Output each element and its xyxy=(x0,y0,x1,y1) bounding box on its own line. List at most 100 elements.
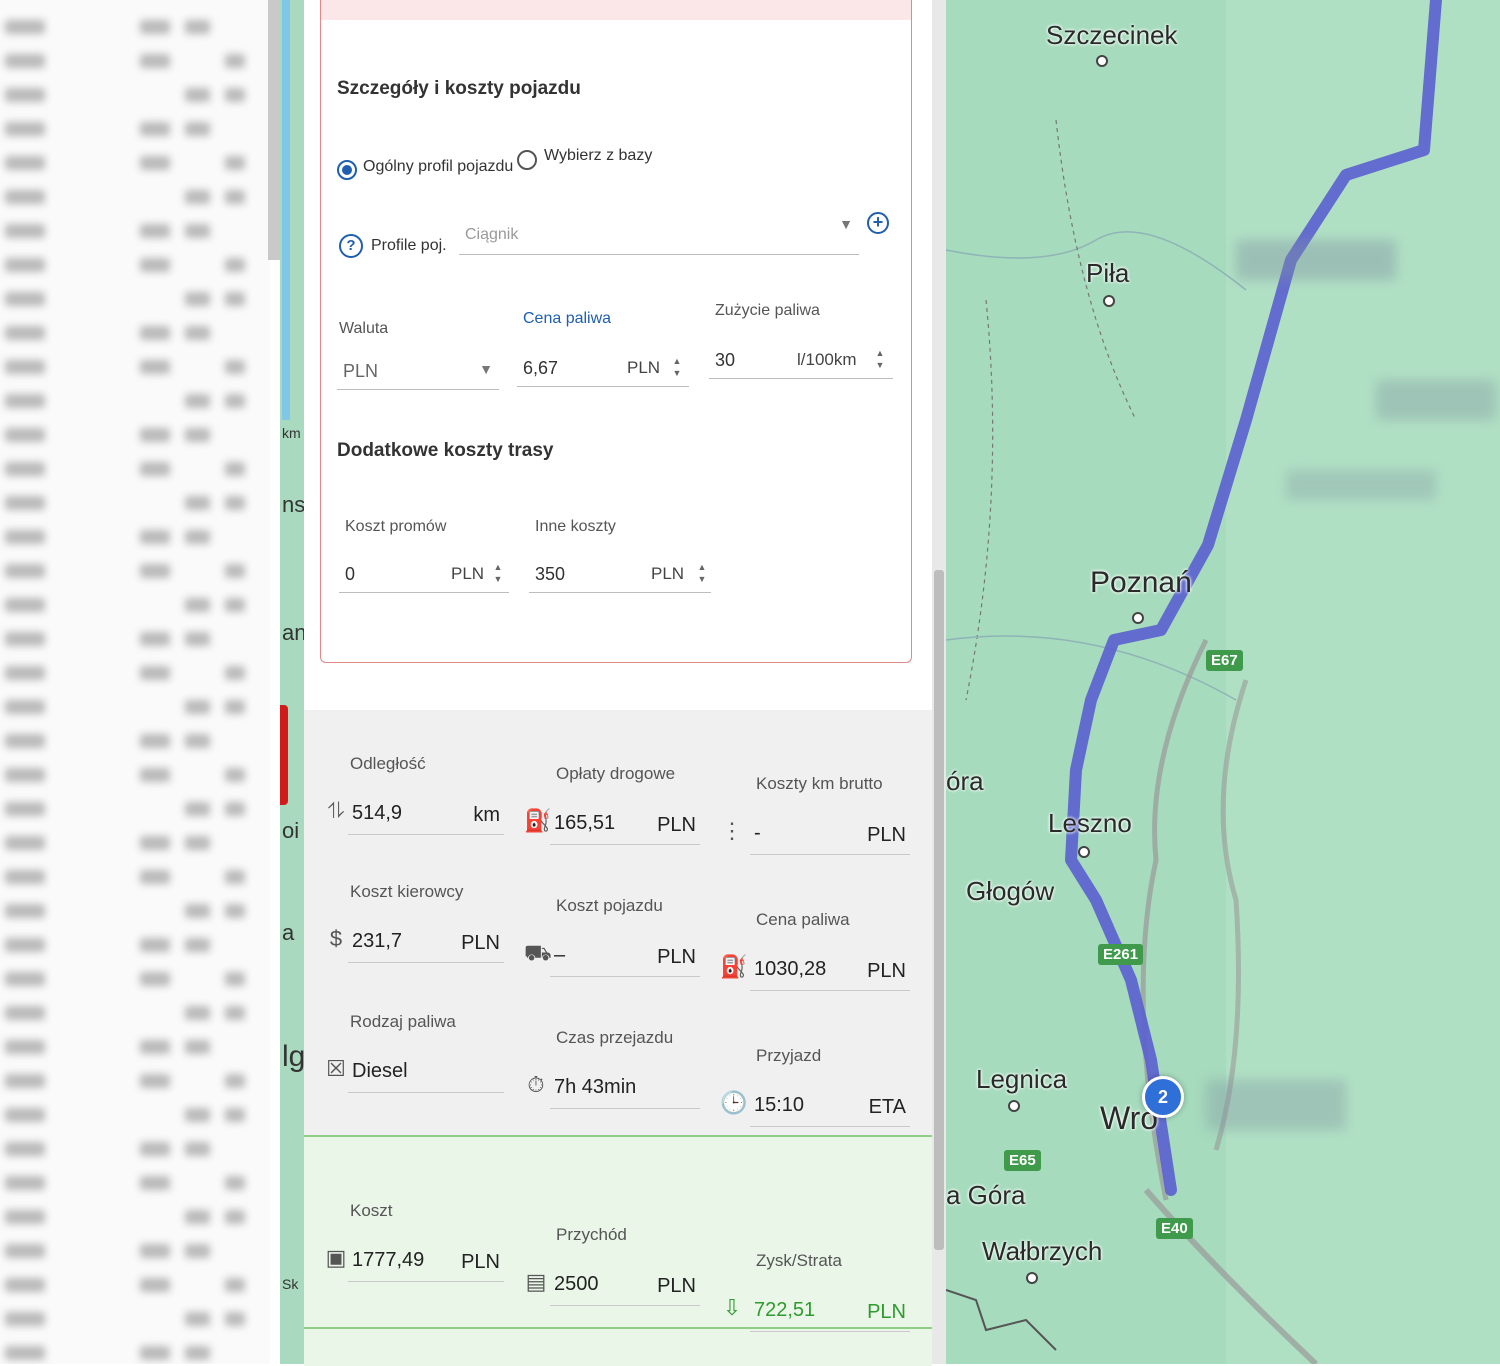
city-jelenia-gora[interactable]: a Góra xyxy=(946,1180,1026,1211)
stat-vehicle-cost: Koszt pojazdu ⛟ – PLN xyxy=(524,896,704,1006)
other-costs-input[interactable]: 350 PLN ▲ ▼ xyxy=(529,558,711,593)
fuel-type-icon: ☒ xyxy=(326,1056,346,1081)
city-marker xyxy=(1026,1272,1038,1284)
stat-unit: PLN xyxy=(867,824,906,846)
panel-scrollbar-thumb[interactable] xyxy=(934,570,944,1250)
blurred-list-row xyxy=(0,360,270,390)
ferry-cost-stepper[interactable]: ▲ ▼ xyxy=(493,561,503,585)
left-order-list xyxy=(0,0,270,1364)
city-marker xyxy=(1103,295,1115,307)
blurred-list-row xyxy=(0,870,270,900)
total-label: Zysk/Strata xyxy=(756,1251,842,1270)
stat-label: Koszt pojazdu xyxy=(556,896,663,915)
city-poznan[interactable]: Poznań xyxy=(1090,566,1192,600)
stat-distance: Odległość ⥮ 514,9 km xyxy=(324,754,504,864)
total-unit: PLN xyxy=(657,1275,696,1297)
general-profile-radio[interactable] xyxy=(337,160,357,180)
blurred-list-row xyxy=(0,292,270,322)
stat-label: Opłaty drogowe xyxy=(556,764,676,783)
city-pila[interactable]: Piła xyxy=(1086,258,1129,289)
stat-label: Koszty km brutto xyxy=(756,774,883,793)
stat-value: – xyxy=(554,944,566,966)
blurred-list-row xyxy=(0,1108,270,1138)
city-walbrzych[interactable]: Wałbrzych xyxy=(982,1236,1102,1267)
city-zielona-gora[interactable]: óra xyxy=(946,766,984,797)
add-profile-icon[interactable]: + xyxy=(867,212,889,234)
fuel-price-input[interactable]: 6,67 PLN ▲ ▼ xyxy=(517,352,689,387)
currency-select[interactable]: PLN ▼ xyxy=(337,355,499,390)
blurred-list-row xyxy=(0,190,270,220)
total-value: 2500 xyxy=(554,1273,599,1295)
left-list-scrollbar[interactable] xyxy=(268,0,280,260)
fuel-consumption-label: Zużycie paliwa xyxy=(715,302,820,319)
route-map[interactable]: Szczecinek Piła Poznań Leszno Głogów Leg… xyxy=(946,0,1500,1364)
city-legnica[interactable]: Legnica xyxy=(976,1064,1067,1095)
road-icon: ⋮ xyxy=(721,818,743,843)
card-error-banner xyxy=(321,0,911,20)
fuel-price-unit: PLN xyxy=(627,358,661,377)
fuel-price-stepper[interactable]: ▲ ▼ xyxy=(672,355,682,379)
total-value: 1777,49 xyxy=(352,1249,425,1271)
blurred-map-label xyxy=(1376,380,1496,420)
collapse-panel-tab[interactable] xyxy=(280,705,288,805)
stat-label: Odległość xyxy=(350,754,426,773)
stat-cost-per-km: Koszty km brutto ⋮ - PLN xyxy=(720,774,910,884)
vehicle-profile-select[interactable]: Ciągnik ▼ xyxy=(459,216,859,255)
blurred-list-row xyxy=(0,1244,270,1274)
road-shield-e40: E40 xyxy=(1156,1218,1193,1239)
blurred-map-label xyxy=(1236,240,1396,280)
chevron-down-icon: ▼ xyxy=(479,361,493,377)
total-cost: Koszt ▣ 1777,49 PLN xyxy=(324,1201,504,1311)
other-costs-value: 350 xyxy=(535,564,566,584)
general-profile-label[interactable]: Ogólny profil pojazdu xyxy=(363,158,513,176)
blurred-list-row xyxy=(0,1142,270,1172)
route-stats-section: Odległość ⥮ 514,9 km Opłaty drogowe ⛽ 165… xyxy=(304,710,932,1135)
database-label[interactable]: Wybierz z bazy xyxy=(544,147,652,165)
stat-value: 165,51 xyxy=(554,812,616,834)
city-szczecinek[interactable]: Szczecinek xyxy=(1046,20,1178,51)
fuel-consumption-unit: l/100km xyxy=(797,350,857,369)
stat-label: Czas przejazdu xyxy=(556,1028,674,1047)
other-costs-stepper[interactable]: ▲ ▼ xyxy=(697,561,707,585)
blurred-list-row xyxy=(0,836,270,866)
blurred-list-row xyxy=(0,1040,270,1070)
waypoint-pin-2[interactable]: 2 xyxy=(1142,1076,1184,1118)
stat-tolls: Opłaty drogowe ⛽ 165,51 PLN xyxy=(524,764,704,874)
blurred-list-row xyxy=(0,1074,270,1104)
stopwatch-icon: ⏱ xyxy=(527,1072,545,1097)
road-shield-e261: E261 xyxy=(1098,944,1144,965)
blurred-list-row xyxy=(0,224,270,254)
currency-label: Waluta xyxy=(339,320,389,337)
city-glogow[interactable]: Głogów xyxy=(966,876,1054,907)
city-leszno[interactable]: Leszno xyxy=(1048,808,1132,839)
fuel-price-label: Cena paliwa xyxy=(523,310,612,327)
blurred-list-row xyxy=(0,802,270,832)
other-costs-unit: PLN xyxy=(651,564,685,583)
blurred-list-row xyxy=(0,1176,270,1206)
stat-unit: km xyxy=(473,804,500,826)
fuel-consumption-input[interactable]: 30 l/100km ▲ ▼ xyxy=(709,344,893,379)
city-marker xyxy=(1078,846,1090,858)
side-map-label: an xyxy=(282,620,304,645)
stat-label: Cena paliwa xyxy=(756,910,850,929)
help-icon[interactable]: ? xyxy=(339,234,363,258)
ferry-cost-value: 0 xyxy=(345,564,356,584)
road-shield-e67: E67 xyxy=(1206,650,1243,671)
stat-unit: PLN xyxy=(461,932,500,954)
stat-value: 7h 43min xyxy=(554,1076,637,1098)
panel-scrollbar[interactable] xyxy=(932,0,946,1364)
blurred-list-row xyxy=(0,1312,270,1342)
ferry-cost-input[interactable]: 0 PLN ▲ ▼ xyxy=(339,558,509,593)
blurred-list-row xyxy=(0,632,270,662)
stat-value: 514,9 xyxy=(352,802,403,824)
stat-fuel-cost: Cena paliwa ⛽ 1030,28 PLN xyxy=(720,910,910,1020)
database-radio[interactable] xyxy=(517,150,537,170)
city-marker xyxy=(1008,1100,1020,1112)
city-marker xyxy=(1096,55,1108,67)
blurred-list-row xyxy=(0,938,270,968)
fuel-consumption-stepper[interactable]: ▲ ▼ xyxy=(875,347,885,371)
blurred-list-row xyxy=(0,462,270,492)
blurred-list-row xyxy=(0,326,270,356)
road-shield-e65: E65 xyxy=(1004,1150,1041,1171)
vehicle-section-title: Szczegóły i koszty pojazdu xyxy=(337,78,581,99)
